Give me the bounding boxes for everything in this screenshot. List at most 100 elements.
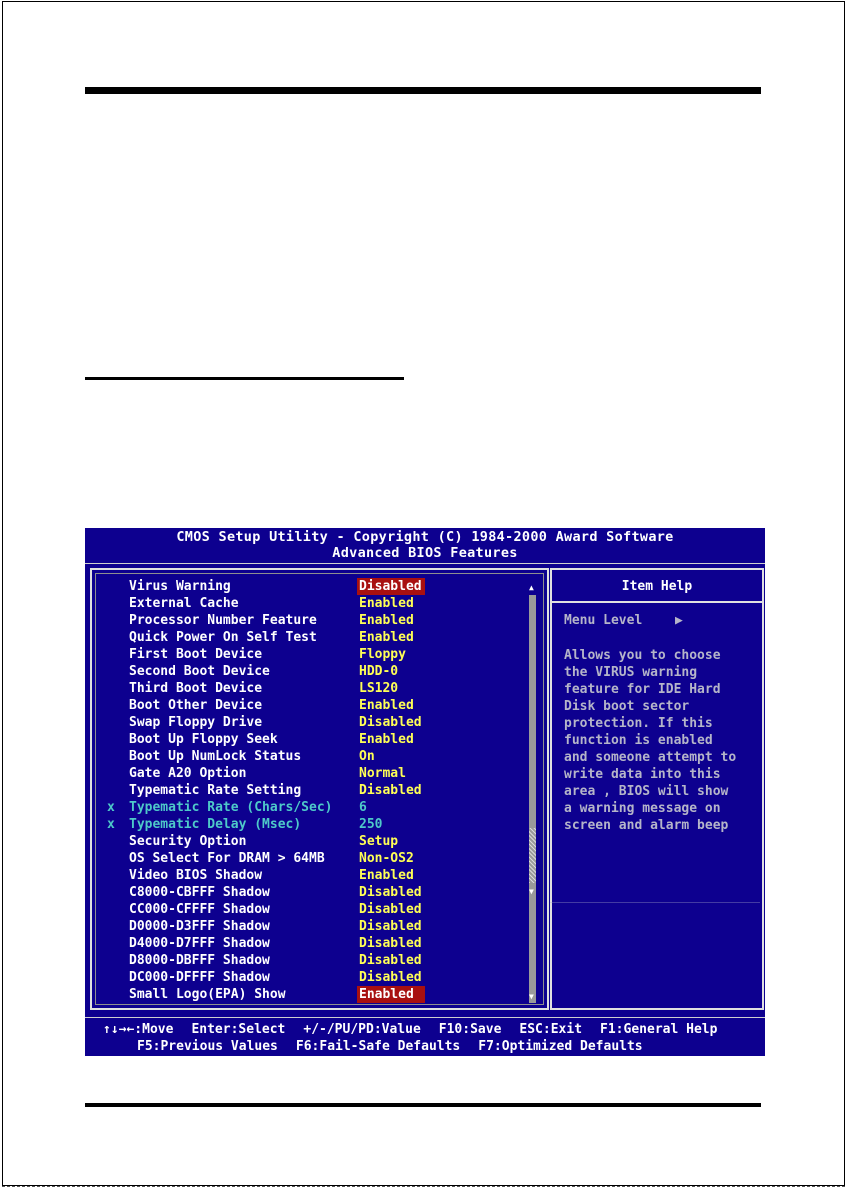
setting-value[interactable]: Disabled: [357, 969, 424, 986]
bios-title: CMOS Setup Utility - Copyright (C) 1984-…: [176, 529, 674, 545]
bios-setup-screen: CMOS Setup Utility - Copyright (C) 1984-…: [85, 528, 765, 1056]
setting-label: D4000-D7FFF Shadow: [129, 936, 270, 951]
setting-value[interactable]: Enabled: [357, 867, 416, 884]
setting-row[interactable]: Boot Up Floppy Seek Enabled: [107, 731, 517, 748]
setting-label: Boot Up Floppy Seek: [129, 732, 278, 747]
setting-label: External Cache: [129, 596, 239, 611]
section-heading-underline: [85, 377, 404, 380]
setting-label: Virus Warning: [129, 579, 231, 594]
setting-label: CC000-CFFFF Shadow: [129, 902, 270, 917]
help-text-line: write data into this: [564, 767, 721, 782]
setting-value[interactable]: Disabled: [357, 901, 424, 918]
setting-label: Swap Floppy Drive: [129, 715, 263, 730]
setting-row[interactable]: Small Logo(EPA) Show Enabled: [107, 986, 517, 1003]
setting-label: DC000-DFFFF Shadow: [129, 970, 270, 985]
setting-row[interactable]: Second Boot Device HDD-0: [107, 663, 517, 680]
scrollbar[interactable]: [529, 595, 536, 1003]
item-help-panel: Item Help Menu Level ▶ Allows you to cho…: [550, 568, 764, 1010]
setting-row[interactable]: D0000-D3FFF Shadow Disabled: [107, 918, 517, 935]
scroll-down-arrow-icon[interactable]: ▼: [529, 887, 534, 896]
setting-value[interactable]: Disabled: [357, 578, 425, 595]
setting-label: First Boot Device: [129, 647, 263, 662]
help-text-line: function is enabled: [564, 733, 713, 748]
setting-value[interactable]: 250: [357, 816, 384, 833]
setting-value[interactable]: Enabled: [357, 986, 425, 1003]
setting-row[interactable]: Third Boot Device LS120: [107, 680, 517, 697]
setting-row[interactable]: Virus Warning Disabled: [107, 578, 517, 595]
setting-value[interactable]: Enabled: [357, 697, 416, 714]
key-hint: Enter:Select: [191, 1022, 286, 1037]
setting-row[interactable]: x Typematic Delay (Msec) 250: [107, 816, 517, 833]
setting-value[interactable]: Disabled: [357, 782, 424, 799]
setting-label: D8000-DBFFF Shadow: [129, 953, 270, 968]
help-text-line: protection. If this: [564, 716, 713, 731]
setting-value[interactable]: Setup: [357, 833, 400, 850]
setting-row[interactable]: C8000-CBFFF Shadow Disabled: [107, 884, 517, 901]
setting-value[interactable]: LS120: [357, 680, 400, 697]
setting-row[interactable]: D8000-DBFFF Shadow Disabled: [107, 952, 517, 969]
setting-row[interactable]: External Cache Enabled: [107, 595, 517, 612]
key-hint: +/-/PU/PD:Value: [303, 1022, 421, 1037]
setting-row[interactable]: Video BIOS Shadow Enabled: [107, 867, 517, 884]
setting-label: C8000-CBFFF Shadow: [129, 885, 270, 900]
footer-rule: [85, 1103, 761, 1107]
help-text-line: feature for IDE Hard: [564, 682, 721, 697]
key-hint: F1:General Help: [600, 1022, 718, 1037]
setting-value[interactable]: Enabled: [357, 629, 416, 646]
help-text-line: Allows you to choose: [564, 648, 721, 663]
setting-value[interactable]: Enabled: [357, 612, 416, 629]
setting-row[interactable]: D4000-D7FFF Shadow Disabled: [107, 935, 517, 952]
setting-row[interactable]: Boot Other Device Enabled: [107, 697, 517, 714]
setting-row[interactable]: Quick Power On Self Test Enabled: [107, 629, 517, 646]
help-text-line: and someone attempt to: [564, 750, 737, 765]
setting-label: D0000-D3FFF Shadow: [129, 919, 270, 934]
bios-subtitle: Advanced BIOS Features: [332, 545, 518, 561]
help-panel-rule: [550, 902, 760, 903]
scroll-down-arrow-icon[interactable]: ▼: [529, 992, 534, 1001]
setting-value[interactable]: Disabled: [357, 884, 424, 901]
item-help-title: Item Help: [621, 579, 693, 594]
setting-value[interactable]: Disabled: [357, 935, 424, 952]
setting-value[interactable]: 6: [357, 799, 369, 816]
setting-label: Typematic Rate Setting: [129, 783, 302, 798]
key-hint: F5:Previous Values: [137, 1039, 278, 1054]
setting-row[interactable]: OS Select For DRAM > 64MB Non-OS2: [107, 850, 517, 867]
setting-value[interactable]: HDD-0: [357, 663, 400, 680]
item-help-divider: [552, 601, 762, 603]
help-text-line: the VIRUS warning: [564, 665, 698, 680]
setting-row[interactable]: CC000-CFFFF Shadow Disabled: [107, 901, 517, 918]
setting-value[interactable]: Disabled: [357, 918, 424, 935]
setting-label: Boot Other Device: [129, 698, 263, 713]
setting-row[interactable]: Boot Up NumLock Status On: [107, 748, 517, 765]
title-separator: [85, 563, 765, 564]
footer-keys-row1: ↑↓→←:Move Enter:Select +/-/PU/PD:Value F10:…: [103, 1022, 765, 1037]
setting-value[interactable]: Non-OS2: [357, 850, 416, 867]
setting-row[interactable]: Typematic Rate Setting Disabled: [107, 782, 517, 799]
setting-value[interactable]: Floppy: [357, 646, 408, 663]
setting-value[interactable]: Disabled: [357, 952, 424, 969]
setting-value[interactable]: On: [357, 748, 377, 765]
help-text-line: screen and alarm beep: [564, 818, 729, 833]
setting-row[interactable]: First Boot Device Floppy: [107, 646, 517, 663]
help-text-line: a warning message on: [564, 801, 721, 816]
setting-row[interactable]: Processor Number Feature Enabled: [107, 612, 517, 629]
setting-row[interactable]: DC000-DFFFF Shadow Disabled: [107, 969, 517, 986]
setting-value[interactable]: Enabled: [357, 731, 416, 748]
setting-row[interactable]: x Typematic Rate (Chars/Sec) 6: [107, 799, 517, 816]
setting-row[interactable]: Gate A20 Option Normal: [107, 765, 517, 782]
setting-value[interactable]: Enabled: [357, 595, 416, 612]
setting-value[interactable]: Normal: [357, 765, 408, 782]
setting-label: Typematic Delay (Msec): [129, 817, 302, 832]
setting-label: OS Select For DRAM > 64MB: [129, 851, 325, 866]
setting-row[interactable]: Security Option Setup: [107, 833, 517, 850]
setting-value[interactable]: Disabled: [357, 714, 424, 731]
setting-row[interactable]: Swap Floppy Drive Disabled: [107, 714, 517, 731]
page-bottom-edge: [2, 1186, 845, 1187]
setting-unavailable-mark: x: [107, 800, 115, 815]
header-rule: [85, 87, 761, 94]
footer-separator: [85, 1017, 765, 1018]
scrollbar-thumb[interactable]: [529, 828, 536, 883]
setting-label: Video BIOS Shadow: [129, 868, 263, 883]
setting-label: Gate A20 Option: [129, 766, 247, 781]
scroll-up-arrow-icon[interactable]: ▲: [529, 583, 534, 592]
